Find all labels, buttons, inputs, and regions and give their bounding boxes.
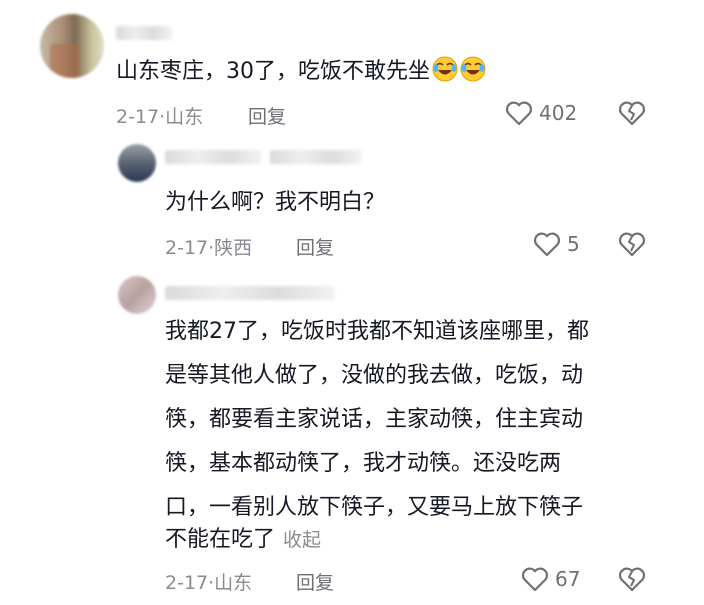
avatar[interactable] [40,14,104,78]
dislike-button[interactable] [618,566,646,592]
comment-text: 为什么啊？我不明白？ [165,190,386,215]
broken-heart-icon [618,231,646,257]
reply-button[interactable]: 回复 [296,568,334,595]
heart-outline-icon [505,100,533,126]
comment-meta: 2-17·山东 [165,572,253,594]
comment-text: 山东枣庄，30了，吃饭不敢先坐 [116,56,486,86]
like-count: 402 [539,101,578,125]
like-button[interactable]: 67 [521,566,580,592]
laughing-crying-emoji-icon [460,56,486,82]
username-blurred-extra [270,150,362,164]
username-blurred[interactable] [165,286,335,300]
comment-date: 2-17 [165,572,209,594]
heart-outline-icon [521,566,549,592]
comment-date: 2-17 [165,237,209,259]
comment-text-line: 口，一看别人放下筷子，又要马上放下筷子 [165,495,584,520]
comment-location: 山东 [165,106,204,128]
comment-meta: 2-17·山东 [116,106,204,128]
broken-heart-icon [618,100,646,126]
laughing-crying-emoji-icon [432,56,458,82]
like-count: 5 [567,232,580,256]
reply-button[interactable]: 回复 [296,233,334,260]
comment-text-line: 我都27了，吃饭时我都不知道该座哪里，都 [165,319,589,344]
comment-location: 陕西 [214,237,253,259]
like-count: 67 [555,567,581,591]
comment-text-line: 筷，基本都动筷了，我才动筷。还没吃两 [165,451,562,476]
dislike-button[interactable] [618,100,646,126]
avatar[interactable] [118,276,156,314]
comment-text-line: 是等其他人做了，没做的我去做，吃饭，动 [165,363,584,388]
broken-heart-icon [618,566,646,592]
avatar[interactable] [118,144,156,182]
reply-button[interactable]: 回复 [248,102,286,129]
username-blurred[interactable] [116,26,172,40]
like-button[interactable]: 402 [505,100,577,126]
collapse-link[interactable]: 收起 [283,529,321,551]
dislike-button[interactable] [618,231,646,257]
like-button[interactable]: 5 [533,231,580,257]
comment-text-line: 不能在吃了 收起 [165,527,322,552]
comment-date: 2-17 [116,106,160,128]
comment-location: 山东 [214,572,253,594]
heart-outline-icon [533,231,561,257]
username-blurred[interactable] [165,150,261,164]
comment-text-line: 筷，都要看主家说话，主家动筷，住主宾动 [165,407,584,432]
comment-meta: 2-17·陕西 [165,237,253,259]
